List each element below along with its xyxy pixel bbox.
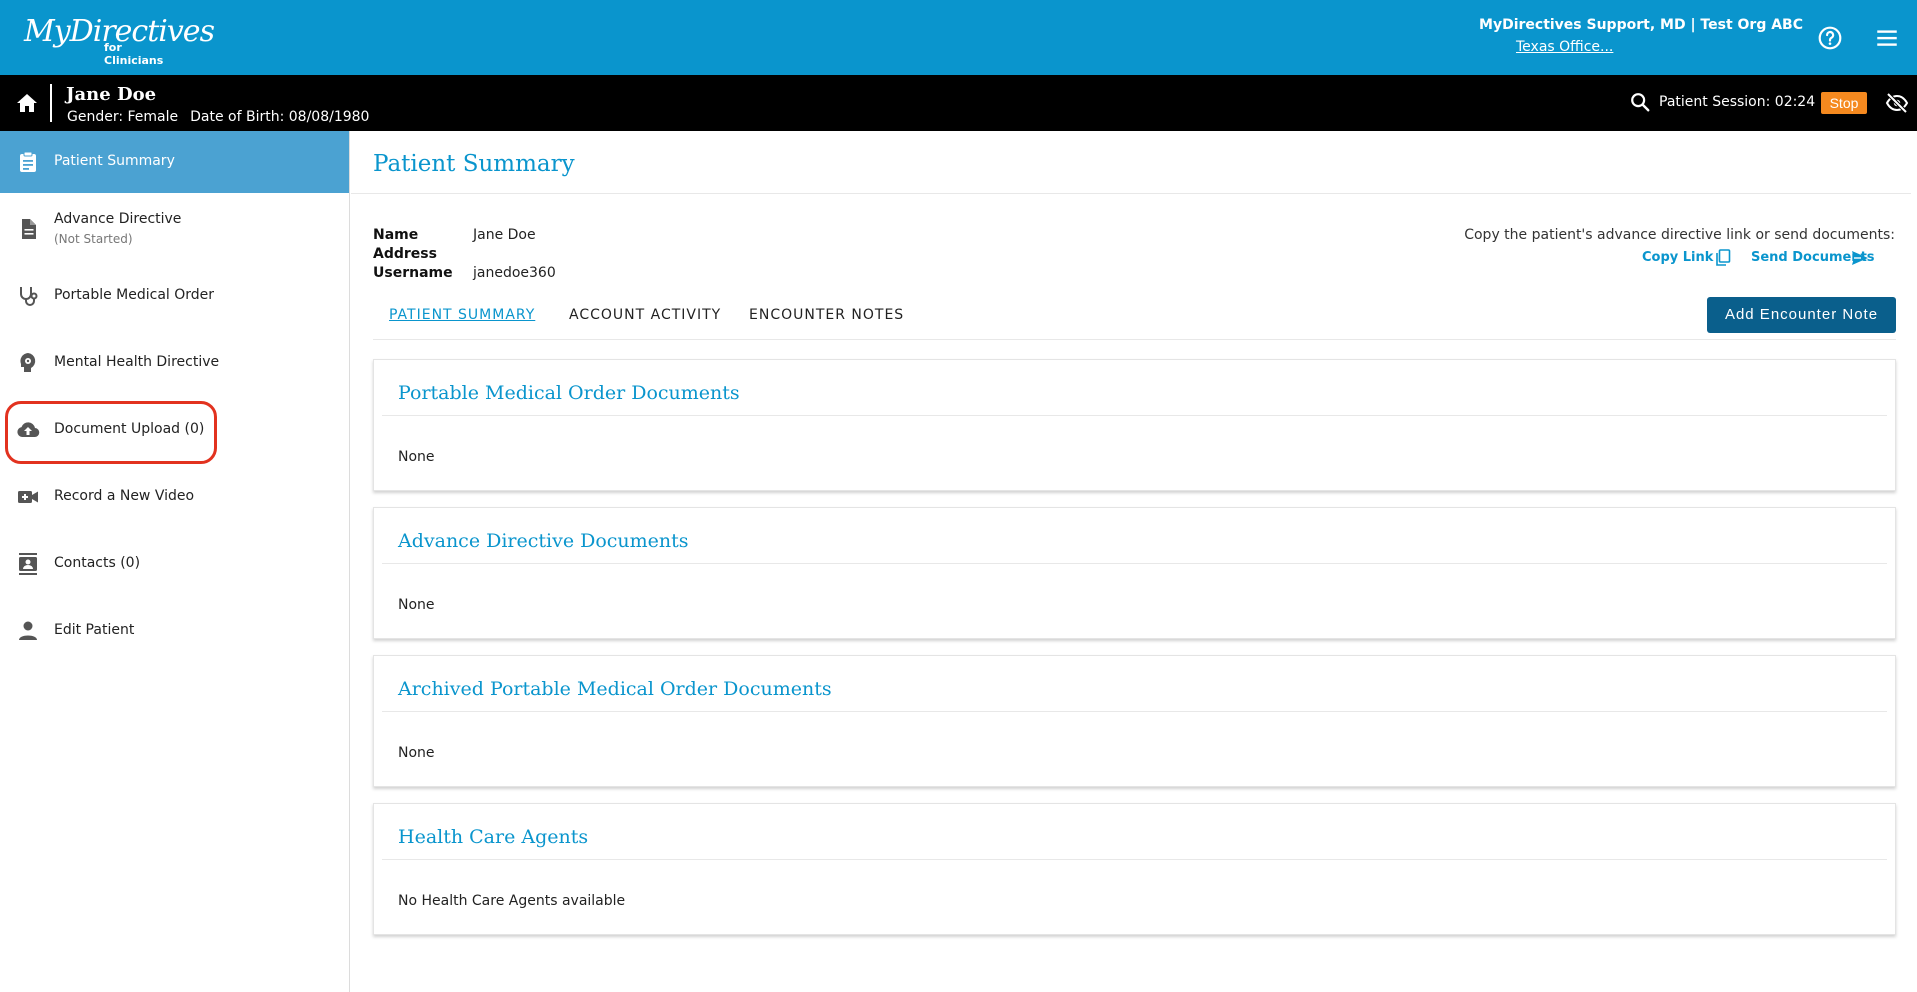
patient-info-name: Name Jane Doe bbox=[373, 227, 536, 243]
card-body: No Health Care Agents available bbox=[398, 893, 626, 909]
sidebar-item-label: Patient Summary bbox=[54, 153, 175, 169]
head-icon bbox=[20, 353, 36, 372]
page-title: Patient Summary bbox=[373, 151, 575, 177]
card-title: Portable Medical Order Documents bbox=[398, 382, 740, 404]
patient-info-username: Username janedoe360 bbox=[373, 265, 556, 281]
card-divider bbox=[382, 859, 1887, 860]
video-icon bbox=[18, 491, 38, 503]
clipboard-icon bbox=[20, 151, 36, 172]
card-title: Health Care Agents bbox=[398, 826, 589, 848]
tab-patient-summary[interactable]: PATIENT SUMMARY bbox=[389, 307, 535, 323]
share-instructions: Copy the patient's advance directive lin… bbox=[1464, 227, 1895, 243]
sidebar-item-label: Record a New Video bbox=[54, 488, 195, 504]
title-divider bbox=[351, 193, 1911, 194]
person-icon bbox=[19, 621, 37, 640]
tab-encounter-notes[interactable]: ENCOUNTER NOTES bbox=[749, 307, 904, 323]
logo-sub-text: for Clinicians bbox=[104, 41, 164, 67]
card-health-care-agents: Health Care Agents No Health Care Agents… bbox=[373, 803, 1896, 935]
patient-dob: Date of Birth: 08/08/1980 bbox=[190, 109, 370, 125]
search-icon[interactable] bbox=[1629, 91, 1651, 113]
info-value: janedoe360 bbox=[473, 265, 556, 281]
stethoscope-icon bbox=[20, 287, 38, 306]
info-label: Name bbox=[373, 227, 419, 243]
sidebar-item-label: Mental Health Directive bbox=[54, 354, 220, 370]
patient-session-timer: Patient Session: 02:24 bbox=[1659, 94, 1816, 110]
card-portable-medical-order-documents: Portable Medical Order Documents None bbox=[373, 359, 1896, 491]
info-value: Jane Doe bbox=[473, 227, 536, 243]
patient-name: Jane Doe bbox=[66, 84, 157, 105]
highlight-annotation bbox=[5, 401, 217, 464]
patient-bar: Jane Doe Gender: Female Date of Birth: 08… bbox=[0, 75, 1917, 131]
sidebar-item-label: Edit Patient bbox=[54, 622, 135, 638]
sidebar-item-edit-patient[interactable]: Edit Patient bbox=[0, 600, 349, 662]
patient-info-address: Address bbox=[373, 246, 473, 262]
info-label: Address bbox=[373, 246, 437, 262]
sidebar-item-mental-health-directive[interactable]: Mental Health Directive bbox=[0, 332, 349, 394]
card-divider bbox=[382, 711, 1887, 712]
sidebar-item-contacts[interactable]: Contacts (0) bbox=[0, 533, 349, 595]
app-header: MyDirectives for Clinicians MyDirectives… bbox=[0, 0, 1917, 75]
card-archived-portable-medical-order-documents: Archived Portable Medical Order Document… bbox=[373, 655, 1896, 787]
card-advance-directive-documents: Advance Directive Documents None bbox=[373, 507, 1896, 639]
sidebar-item-label: Portable Medical Order bbox=[54, 287, 215, 303]
sidebar-item-label: Contacts (0) bbox=[54, 555, 141, 571]
help-icon[interactable] bbox=[1817, 25, 1843, 51]
patient-gender: Gender: Female bbox=[67, 109, 179, 125]
sidebar-item-portable-medical-order[interactable]: Portable Medical Order bbox=[0, 265, 349, 327]
copy-icon[interactable] bbox=[1715, 249, 1731, 267]
sidebar-item-record-video[interactable]: Record a New Video bbox=[0, 466, 349, 528]
contacts-icon bbox=[19, 553, 37, 575]
sidebar-item-patient-summary[interactable]: Patient Summary bbox=[0, 131, 349, 193]
card-divider bbox=[382, 415, 1887, 416]
patient-bar-divider bbox=[50, 84, 52, 122]
main-content: Patient Summary Name Jane Doe Address Use… bbox=[351, 131, 1917, 992]
info-label: Username bbox=[373, 265, 453, 281]
card-body: None bbox=[398, 745, 435, 761]
stop-session-button[interactable]: Stop bbox=[1821, 92, 1867, 114]
card-divider bbox=[382, 563, 1887, 564]
hamburger-menu-icon[interactable] bbox=[1874, 25, 1900, 51]
office-link[interactable]: Texas Office... bbox=[1516, 39, 1613, 55]
document-icon bbox=[22, 219, 36, 239]
user-org-label: MyDirectives Support, MD | Test Org ABC bbox=[1479, 17, 1803, 33]
home-icon[interactable] bbox=[14, 91, 40, 115]
mydirectives-logo[interactable]: MyDirectives for Clinicians bbox=[24, 14, 215, 67]
card-title: Advance Directive Documents bbox=[398, 530, 689, 552]
tabs-divider bbox=[373, 339, 1896, 340]
card-title: Archived Portable Medical Order Document… bbox=[398, 678, 832, 700]
send-icon[interactable] bbox=[1851, 250, 1869, 266]
sidebar-item-label: Advance Directive bbox=[54, 211, 182, 227]
tab-account-activity[interactable]: ACCOUNT ACTIVITY bbox=[569, 307, 721, 323]
card-body: None bbox=[398, 449, 435, 465]
patient-demographics: Gender: Female Date of Birth: 08/08/1980 bbox=[67, 109, 369, 125]
eye-off-icon[interactable] bbox=[1884, 91, 1910, 115]
sidebar-item-advance-directive[interactable]: Advance Directive (Not Started) bbox=[0, 198, 349, 260]
add-encounter-note-button[interactable]: Add Encounter Note bbox=[1707, 297, 1896, 333]
card-body: None bbox=[398, 597, 435, 613]
copy-link-button[interactable]: Copy Link bbox=[1642, 250, 1713, 265]
sidebar-item-status: (Not Started) bbox=[54, 232, 133, 246]
sidebar-nav: Patient Summary Advance Directive (Not S… bbox=[0, 131, 350, 992]
